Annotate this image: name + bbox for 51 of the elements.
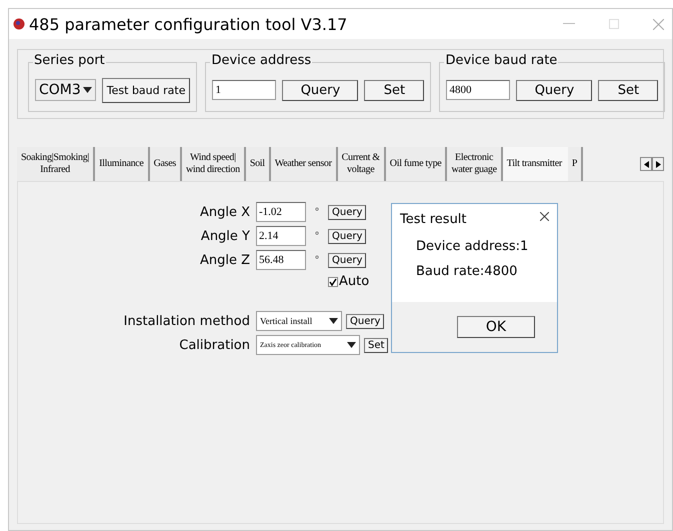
tab[interactable]: Electronic water guage xyxy=(447,147,503,181)
field-label: Angle Z xyxy=(198,252,250,268)
field-label: Calibration xyxy=(178,338,250,352)
angle-field[interactable]: 2.14 xyxy=(256,226,306,246)
port-dropdown[interactable]: COM3 xyxy=(35,79,96,101)
checkbox-label: Auto xyxy=(339,274,370,289)
unit-label: ° xyxy=(314,206,320,218)
tab[interactable]: Soil xyxy=(246,147,271,181)
input-field[interactable]: 1 xyxy=(212,80,276,100)
action-button[interactable]: Query xyxy=(346,314,384,328)
tab[interactable]: Oil fume type xyxy=(386,147,448,181)
unit-label: ° xyxy=(314,254,320,266)
result-text: Device address:1 xyxy=(416,239,530,254)
result-text: Baud rate:4800 xyxy=(416,264,518,279)
tab[interactable]: Wind speed| wind direction xyxy=(182,147,246,181)
tab[interactable]: Soaking|Smoking| Infrared xyxy=(17,147,96,181)
dropdown-arrow-icon xyxy=(82,87,92,93)
tab[interactable]: Tilt transmitter xyxy=(502,147,568,181)
tab[interactable]: Current & voltage xyxy=(338,147,386,181)
tab[interactable]: Weather sensor xyxy=(270,147,338,181)
action-button[interactable]: Set xyxy=(364,338,388,352)
dropdown-arrow-icon xyxy=(347,342,356,348)
dropdown-arrow-icon xyxy=(329,318,338,324)
query-button[interactable]: Query xyxy=(328,228,366,244)
tab[interactable]: P xyxy=(568,147,584,181)
action-button[interactable]: Set xyxy=(598,80,658,100)
angle-field[interactable]: -1.02 xyxy=(256,202,306,222)
group-title: Series port xyxy=(33,53,106,68)
tab[interactable]: Gases xyxy=(150,147,182,181)
query-button[interactable]: Query xyxy=(328,204,366,220)
input-field[interactable]: 4800 xyxy=(446,80,510,100)
checkbox[interactable] xyxy=(328,276,338,286)
scroll-left-icon[interactable] xyxy=(640,157,652,171)
field-label: Angle X xyxy=(198,204,250,220)
action-button[interactable]: Query xyxy=(282,80,358,100)
window-title: 485 parameter configuration tool V3.17 xyxy=(29,14,348,34)
action-button[interactable]: Set xyxy=(364,80,424,100)
test-baud-rate-button[interactable]: Test baud rate xyxy=(102,78,190,102)
unit-label: ° xyxy=(314,230,320,242)
scroll-right-icon[interactable] xyxy=(652,157,664,171)
query-button[interactable]: Query xyxy=(328,252,366,268)
tab[interactable]: Illuminance xyxy=(95,147,150,181)
ok-button[interactable]: OK xyxy=(457,316,535,338)
option-dropdown[interactable]: Vertical install xyxy=(256,311,342,331)
field-label: Installation method xyxy=(122,314,250,328)
close-icon[interactable] xyxy=(540,212,549,221)
angle-field[interactable]: 56.48 xyxy=(256,250,306,270)
field-label: Angle Y xyxy=(200,228,250,244)
app-logo-icon xyxy=(13,18,25,30)
dialog-title: Test result xyxy=(400,212,467,227)
action-button[interactable]: Query xyxy=(516,80,592,100)
